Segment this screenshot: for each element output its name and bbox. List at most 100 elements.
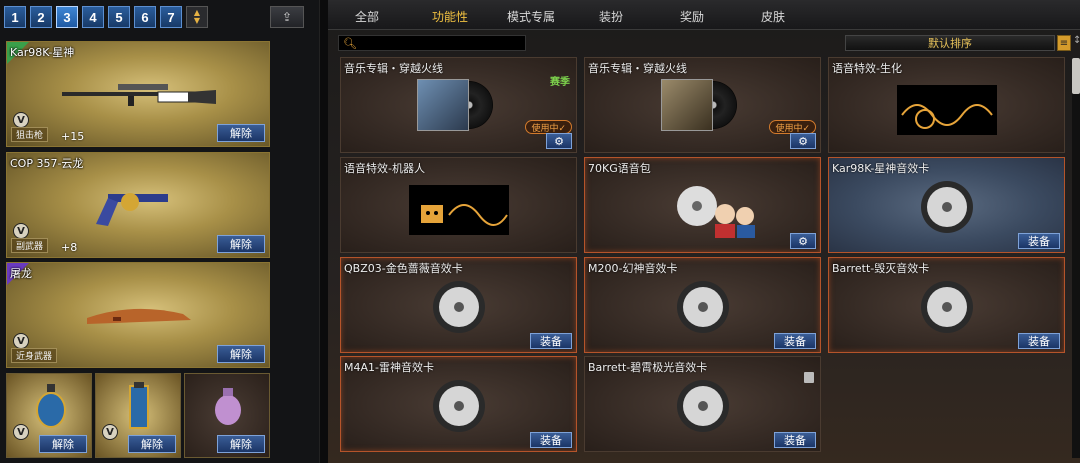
gear-icon: ⚙ [798, 234, 808, 248]
trash-icon[interactable] [804, 372, 814, 383]
tab-skins[interactable]: 皮肤 [761, 8, 785, 25]
unequip-button[interactable]: 解除 [217, 124, 265, 142]
tab-rewards[interactable]: 奖励 [680, 8, 704, 25]
item-card[interactable]: 语音特效-机器人 [340, 157, 577, 253]
item-name: Kar98K-星神音效卡 [832, 162, 930, 175]
search-icon: 🔍︎ [343, 37, 357, 50]
category-nav: 全部 功能性 模式专属 装扮 奖励 皮肤 [328, 0, 1080, 30]
loadout-tab-6[interactable]: 6 [134, 6, 156, 28]
unequip-button[interactable]: 解除 [217, 345, 265, 363]
grenade-slot-2[interactable]: V 解除 [95, 373, 181, 458]
item-name: 音乐专辑・穿越火线 [588, 62, 687, 75]
voice-pack-icon [677, 186, 755, 238]
equip-button[interactable]: 装备 [1018, 233, 1060, 249]
loadout-tab-3[interactable]: 3 [56, 6, 78, 28]
sort-dropdown[interactable]: 默认排序 [845, 35, 1055, 51]
weapon-slot-primary[interactable]: Kar98K-星神 V 狙击枪 +15 解除 [6, 41, 270, 147]
item-browser: 全部 功能性 模式专属 装扮 奖励 皮肤 🔍︎ 默认排序 ≡ ↕ 音乐专辑・穿越… [328, 0, 1080, 463]
unequip-button[interactable]: 解除 [217, 435, 265, 453]
loadout-tab-2[interactable]: 2 [30, 6, 52, 28]
item-card[interactable]: Barrett-碧霄极光音效卡 装备 [584, 356, 821, 452]
grenade-icon [36, 384, 66, 428]
loadout-panel: 1 2 3 4 5 6 7 ▲ ▼ ⇪ Kar98K-星神 V 狙击枪 +15 解… [0, 0, 320, 463]
item-card[interactable]: Kar98K-星神音效卡 装备 [828, 157, 1065, 253]
weapon-name: COP 357-云龙 [10, 157, 84, 170]
v-badge-icon: V [13, 333, 29, 349]
weapon-name: Kar98K-星神 [10, 46, 75, 59]
v-badge-icon: V [13, 424, 29, 440]
unequip-button[interactable]: 解除 [128, 435, 176, 453]
item-card[interactable]: QBZ03-金色蔷薇音效卡 装备 [340, 257, 577, 353]
season-badge: 赛季 [550, 77, 570, 88]
v-badge-icon: V [102, 424, 118, 440]
equip-button[interactable]: 装备 [530, 333, 572, 349]
item-card[interactable]: 音乐专辑・穿越火线 赛季 使用中✓ ⚙ [340, 57, 577, 153]
tab-scroll-arrows[interactable]: ▲ ▼ [186, 6, 208, 28]
grenade-slot[interactable]: V 解除 [6, 373, 92, 458]
loadout-tabs: 1 2 3 4 5 6 7 ▲ ▼ [4, 6, 208, 30]
equip-button[interactable]: 装备 [530, 432, 572, 448]
item-name: QBZ03-金色蔷薇音效卡 [344, 262, 463, 275]
settings-button[interactable]: ⚙ [790, 133, 816, 149]
tab-mode-exclusive[interactable]: 模式专属 [507, 8, 555, 25]
search-input[interactable]: 🔍︎ [338, 35, 526, 51]
item-name: 语音特效-生化 [832, 62, 902, 75]
sound-card-disc-icon [432, 379, 485, 432]
weapon-stat: +15 [61, 130, 85, 143]
tab-functional[interactable]: 功能性 [432, 8, 468, 25]
settings-button[interactable]: ⚙ [546, 133, 572, 149]
gear-icon: ⚙ [554, 134, 564, 148]
blade-icon [87, 308, 191, 324]
weapon-type: 近身武器 [11, 348, 58, 363]
rifle-icon [62, 84, 216, 106]
smoke-grenade-icon [215, 388, 241, 425]
equip-button[interactable]: 装备 [774, 333, 816, 349]
weapon-slot-secondary[interactable]: COP 357-云龙 V 副武器 +8 解除 [6, 152, 270, 258]
item-name: M200-幻神音效卡 [588, 262, 678, 275]
item-card[interactable]: 70KG语音包 ⚙ [584, 157, 821, 253]
v-badge-icon: V [13, 112, 29, 128]
grenade-slot-3[interactable]: 解除 [184, 373, 270, 458]
item-card[interactable]: 音乐专辑・穿越火线 使用中✓ ⚙ [584, 57, 821, 153]
sound-card-disc-icon [676, 280, 729, 333]
share-button[interactable]: ⇪ [270, 6, 304, 28]
unequip-button[interactable]: 解除 [39, 435, 87, 453]
v-badge-icon: V [13, 223, 29, 239]
item-name: M4A1-雷神音效卡 [344, 361, 434, 374]
gear-icon: ⚙ [798, 134, 808, 148]
item-name: 语音特效-机器人 [344, 162, 425, 175]
scrollbar-thumb[interactable] [1072, 58, 1080, 94]
loadout-tab-5[interactable]: 5 [108, 6, 130, 28]
item-name: 音乐专辑・穿越火线 [344, 62, 443, 75]
loadout-tab-7[interactable]: 7 [160, 6, 182, 28]
item-card[interactable]: M200-幻神音效卡 装备 [584, 257, 821, 353]
album-icon [660, 79, 745, 131]
weapon-type: 副武器 [11, 238, 49, 253]
sort-arrow-icon[interactable]: ↕ [1073, 35, 1080, 51]
sound-card-disc-icon [920, 280, 973, 333]
unequip-button[interactable]: 解除 [217, 235, 265, 253]
voice-effect-icon [896, 84, 997, 135]
item-name: 70KG语音包 [588, 162, 651, 175]
scrollbar[interactable] [1072, 58, 1080, 458]
sound-card-disc-icon [676, 379, 729, 432]
arrow-down-icon: ▼ [193, 16, 201, 25]
tab-all[interactable]: 全部 [355, 8, 379, 25]
item-card[interactable]: Barrett-毁灭音效卡 装备 [828, 257, 1065, 353]
equip-button[interactable]: 装备 [774, 432, 816, 448]
weapon-name: 屠龙 [10, 267, 32, 280]
flashbang-icon [129, 382, 149, 429]
item-card[interactable]: 语音特效-生化 [828, 57, 1065, 153]
weapon-slot-melee[interactable]: 屠龙 V 近身武器 解除 [6, 262, 270, 368]
item-name: Barrett-碧霄极光音效卡 [588, 361, 708, 374]
loadout-tab-1[interactable]: 1 [4, 6, 26, 28]
tab-cosmetics[interactable]: 装扮 [599, 8, 623, 25]
revolver-icon [96, 193, 168, 226]
list-view-icon[interactable]: ≡ [1057, 35, 1071, 51]
equip-button[interactable]: 装备 [1018, 333, 1060, 349]
loadout-tab-4[interactable]: 4 [82, 6, 104, 28]
item-name: Barrett-毁灭音效卡 [832, 262, 930, 275]
settings-button[interactable]: ⚙ [790, 233, 816, 249]
item-card[interactable]: M4A1-雷神音效卡 装备 [340, 356, 577, 452]
in-use-badge: 使用中✓ [769, 120, 816, 134]
